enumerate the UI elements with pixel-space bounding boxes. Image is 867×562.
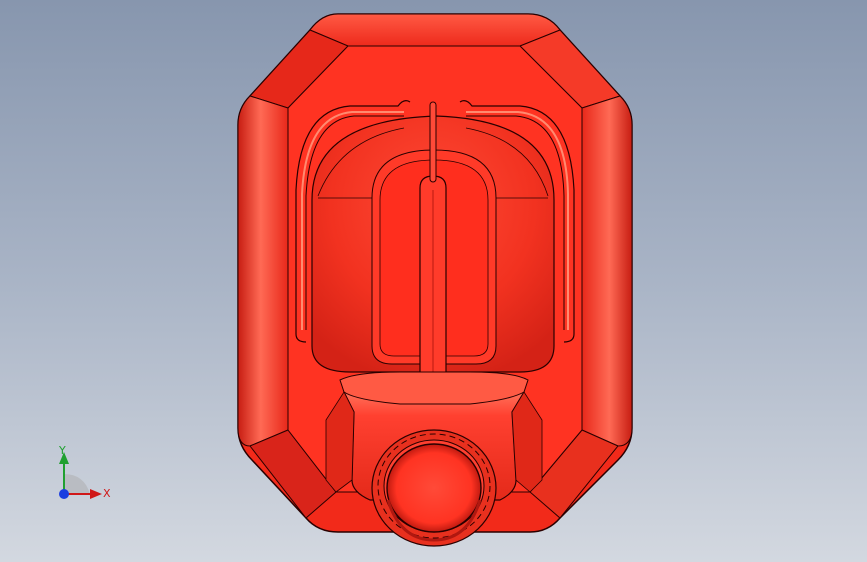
x-axis-arrow <box>90 489 102 499</box>
y-axis-label: Y <box>59 444 66 457</box>
x-axis-label: X <box>103 487 111 500</box>
triad-graphic <box>59 452 102 499</box>
side-rail-left <box>237 95 289 447</box>
spout-cap[interactable] <box>386 443 482 533</box>
handle-stem <box>429 101 437 183</box>
neck-shoulder <box>339 371 529 405</box>
z-axis-dot <box>59 489 69 499</box>
side-rail-right <box>581 95 633 447</box>
coordinate-triad: Y X <box>40 436 120 516</box>
jerrycan-model[interactable] <box>0 0 867 562</box>
top-band <box>309 13 561 47</box>
graphics-viewport[interactable]: Y X <box>0 0 867 562</box>
